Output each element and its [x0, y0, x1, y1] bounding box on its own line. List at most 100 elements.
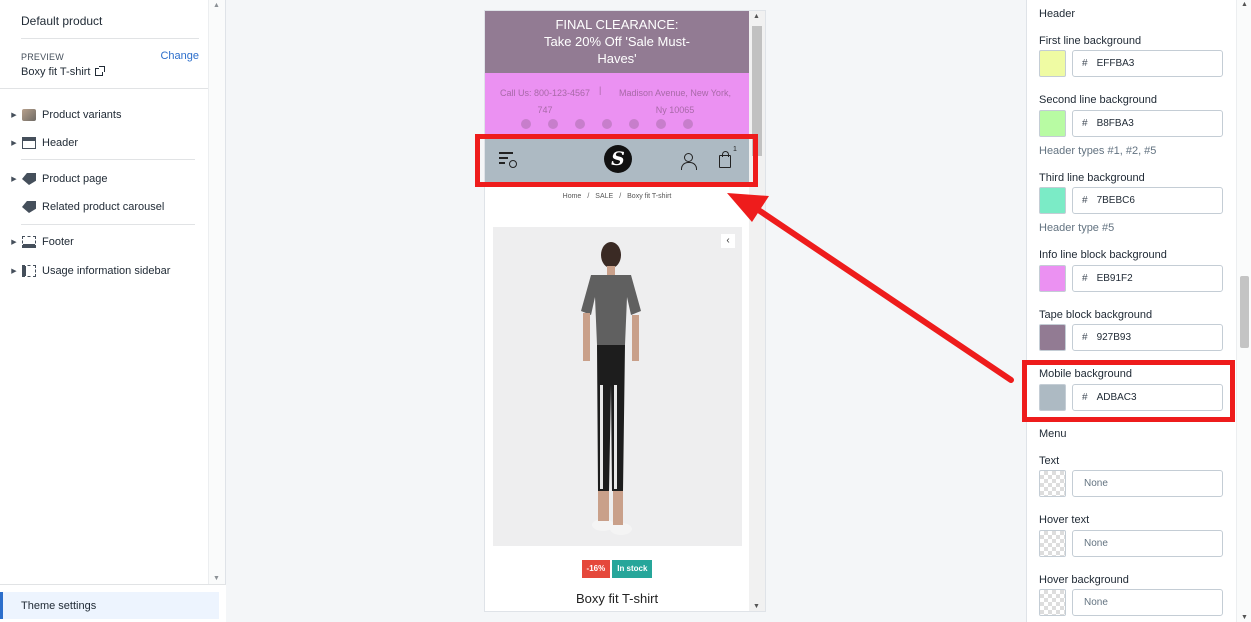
sidebar-item-product-page[interactable]: ▶ Product page	[0, 168, 107, 190]
hex-input-tape-block[interactable]: #927B93	[1072, 324, 1223, 351]
color-swatch[interactable]	[1039, 265, 1066, 292]
social-icons	[521, 119, 693, 129]
hex-value: 7BEBC6	[1096, 195, 1135, 206]
menu-hover-text-input[interactable]: None	[1072, 530, 1223, 557]
tape-text-line: FINAL CLEARANCE:	[555, 17, 679, 32]
hex-value: EB91F2	[1096, 273, 1133, 284]
scroll-down-icon[interactable]: ▼	[1241, 614, 1248, 621]
tape-text-line: Take 20% Off 'Sale Must-	[543, 34, 691, 49]
hex-input-info-line[interactable]: # EB91F2	[1072, 265, 1223, 292]
preview-product-link[interactable]: Boxy fit T-shirt	[21, 66, 106, 78]
menu-hover-background-input[interactable]: None	[1072, 589, 1223, 616]
sidebar-item-label: Footer	[42, 236, 74, 248]
section-heading-menu: Menu	[1039, 428, 1067, 440]
sidebar-item-product-variants[interactable]: ▶ Product variants	[0, 104, 121, 126]
sidebar-item-label: Related product carousel	[42, 201, 165, 213]
vimeo-icon[interactable]	[656, 119, 666, 129]
info-line-block: Call Us: 800-123-4567 747 | Madison Aven…	[485, 73, 749, 135]
field-label: Second line background	[1039, 94, 1158, 106]
breadcrumb-home[interactable]: Home	[563, 193, 582, 200]
store-preview: FINAL CLEARANCE: Take 20% Off 'Sale Must…	[484, 10, 766, 612]
sidebar-item-label: Header	[42, 137, 79, 149]
external-link-icon	[95, 66, 106, 76]
sidebar-scrollbar[interactable]: ▲ ▼	[208, 0, 225, 584]
pinterest-icon[interactable]	[602, 119, 612, 129]
caret-right-icon: ▶	[11, 140, 17, 147]
breadcrumb-sale[interactable]: SALE	[595, 193, 613, 200]
chevron-left-icon[interactable]: ‹	[721, 234, 735, 248]
tape-block: FINAL CLEARANCE: Take 20% Off 'Sale Must…	[485, 11, 749, 73]
menu-text-input[interactable]: None	[1072, 470, 1223, 497]
hex-input-third-line[interactable]: #7BEBC6	[1072, 187, 1223, 214]
hex-value: EFFBA3	[1096, 58, 1135, 69]
instagram-icon[interactable]	[575, 119, 585, 129]
breadcrumb: Home / SALE / Boxy fit T-shirt	[485, 193, 749, 200]
hex-input-second-line[interactable]: # B8FBA3	[1072, 110, 1223, 137]
google-icon[interactable]	[683, 119, 693, 129]
footer-icon	[22, 236, 36, 248]
scroll-down-icon[interactable]: ▼	[753, 603, 760, 610]
hash-prefix: #	[1082, 58, 1088, 69]
divider	[21, 224, 195, 225]
product-variants-icon	[22, 109, 36, 121]
hash-prefix: #	[1082, 273, 1088, 284]
field-label: Third line background	[1039, 172, 1145, 184]
scroll-up-icon[interactable]: ▲	[1241, 1, 1248, 8]
youtube-icon[interactable]	[629, 119, 639, 129]
field-label: Hover background	[1039, 574, 1129, 586]
breadcrumb-separator: /	[587, 193, 590, 200]
theme-editor-sidebar: Default product PREVIEW Change Boxy fit …	[0, 0, 226, 622]
caret-right-icon: ▶	[11, 239, 17, 246]
sidebar-item-header[interactable]: ▶ Header	[0, 132, 78, 154]
color-swatch[interactable]	[1039, 324, 1066, 351]
phone-text: Call Us: 800-123-4567 747	[499, 88, 591, 115]
model-figure	[581, 242, 641, 535]
product-image[interactable]: ‹	[493, 227, 742, 546]
hex-value: B8FBA3	[1096, 118, 1134, 129]
product-title: Boxy fit T-shirt	[575, 591, 659, 606]
sale-badge: -16%	[581, 560, 611, 578]
help-text: Header type #5	[1039, 222, 1115, 234]
twitter-icon[interactable]	[548, 119, 558, 129]
color-swatch-empty[interactable]	[1039, 530, 1066, 557]
address-text: Madison Avenue, New York, Ny 10065	[619, 88, 731, 115]
sidebar-icon	[22, 265, 36, 277]
field-label: Tape block background	[1039, 309, 1153, 321]
change-link[interactable]: Change	[160, 50, 199, 62]
divider	[21, 38, 199, 39]
highlight-box-mobile-background	[1022, 360, 1235, 422]
sidebar-item-related-carousel[interactable]: ▶ Related product carousel	[0, 196, 164, 218]
caret-right-icon: ▶	[11, 268, 17, 275]
color-swatch-empty[interactable]	[1039, 470, 1066, 497]
breadcrumb-separator: /	[619, 193, 622, 200]
scroll-up-icon[interactable]: ▲	[753, 13, 760, 20]
hash-prefix: #	[1082, 195, 1088, 206]
scrollbar-thumb[interactable]	[1240, 276, 1249, 348]
color-swatch[interactable]	[1039, 110, 1066, 137]
sidebar-item-footer[interactable]: ▶ Footer	[0, 231, 74, 253]
hex-input-first-line[interactable]: # EFFBA3	[1072, 50, 1223, 77]
field-label: First line background	[1039, 35, 1142, 47]
theme-settings-button[interactable]: Theme settings	[0, 592, 219, 619]
sidebar-item-usage-sidebar[interactable]: ▶ Usage information sidebar	[0, 260, 170, 282]
divider	[21, 159, 195, 160]
hex-value: 927B93	[1096, 332, 1132, 343]
help-text: Header types #1, #2, #5	[1039, 145, 1157, 157]
color-swatch[interactable]	[1039, 187, 1066, 214]
scroll-down-icon[interactable]: ▼	[213, 575, 220, 582]
field-label: Info line block background	[1039, 249, 1167, 261]
color-swatch[interactable]	[1039, 50, 1066, 77]
field-label: Text	[1039, 455, 1060, 467]
tag-icon	[22, 173, 36, 185]
divider	[0, 88, 208, 89]
facebook-icon[interactable]	[521, 119, 531, 129]
highlight-box-mobile-header	[475, 134, 758, 187]
scroll-up-icon[interactable]: ▲	[213, 2, 220, 9]
hash-prefix: #	[1082, 332, 1088, 343]
settings-scrollbar[interactable]: ▲ ▼	[1236, 0, 1251, 622]
sidebar-item-label: Product variants	[42, 109, 122, 121]
hash-prefix: #	[1082, 118, 1088, 129]
caret-right-icon: ▶	[11, 176, 17, 183]
color-swatch-empty[interactable]	[1039, 589, 1066, 616]
preview-scrollbar[interactable]: ▲ ▼	[749, 11, 765, 611]
